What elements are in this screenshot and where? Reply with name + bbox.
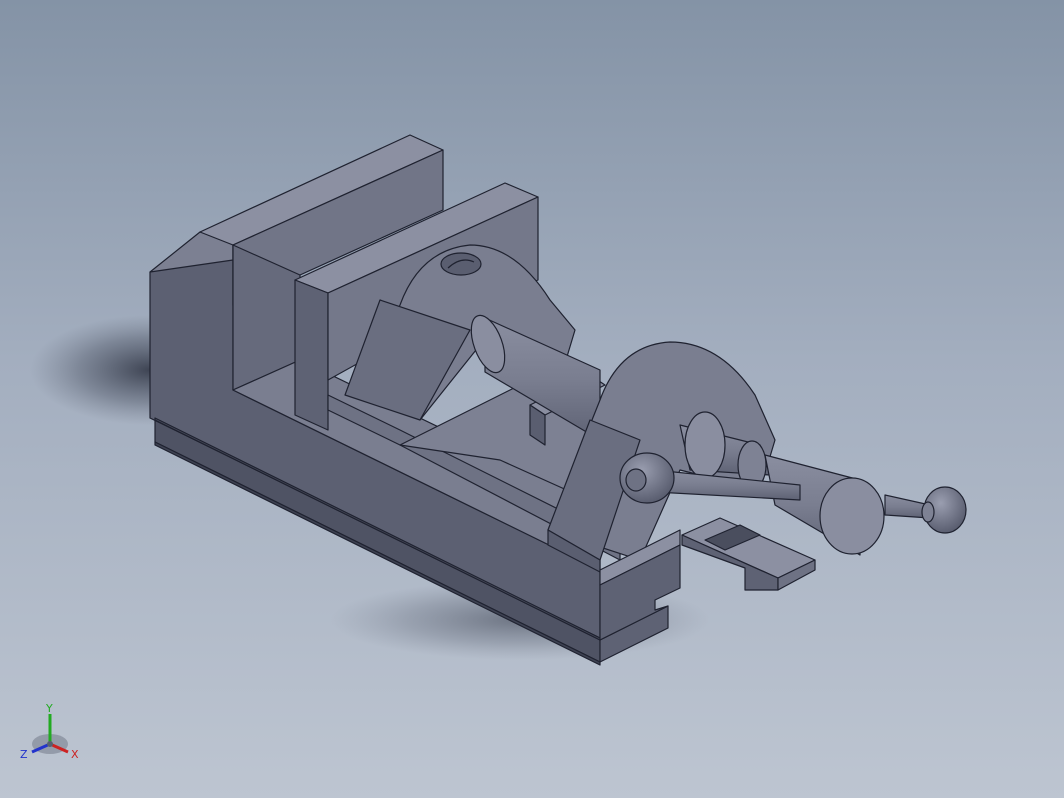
screw-collar-face: [684, 411, 726, 479]
vise-model[interactable]: [0, 0, 1064, 798]
triad-origin: [47, 741, 53, 747]
orientation-triad[interactable]: Y X Z: [18, 700, 88, 770]
vise-body: [149, 134, 967, 666]
oil-hole: [440, 252, 482, 276]
triad-y-label: Y: [45, 702, 53, 715]
movable-jaw-face: [294, 279, 329, 431]
screw-barrel-end: [819, 477, 885, 555]
handle-ball-right-neck: [921, 501, 935, 523]
triad-x-label: X: [71, 748, 79, 761]
graphics-viewport[interactable]: Y X Z: [0, 0, 1064, 798]
triad-z-label: Z: [20, 748, 28, 761]
handle-ball-left-hole: [625, 468, 647, 492]
